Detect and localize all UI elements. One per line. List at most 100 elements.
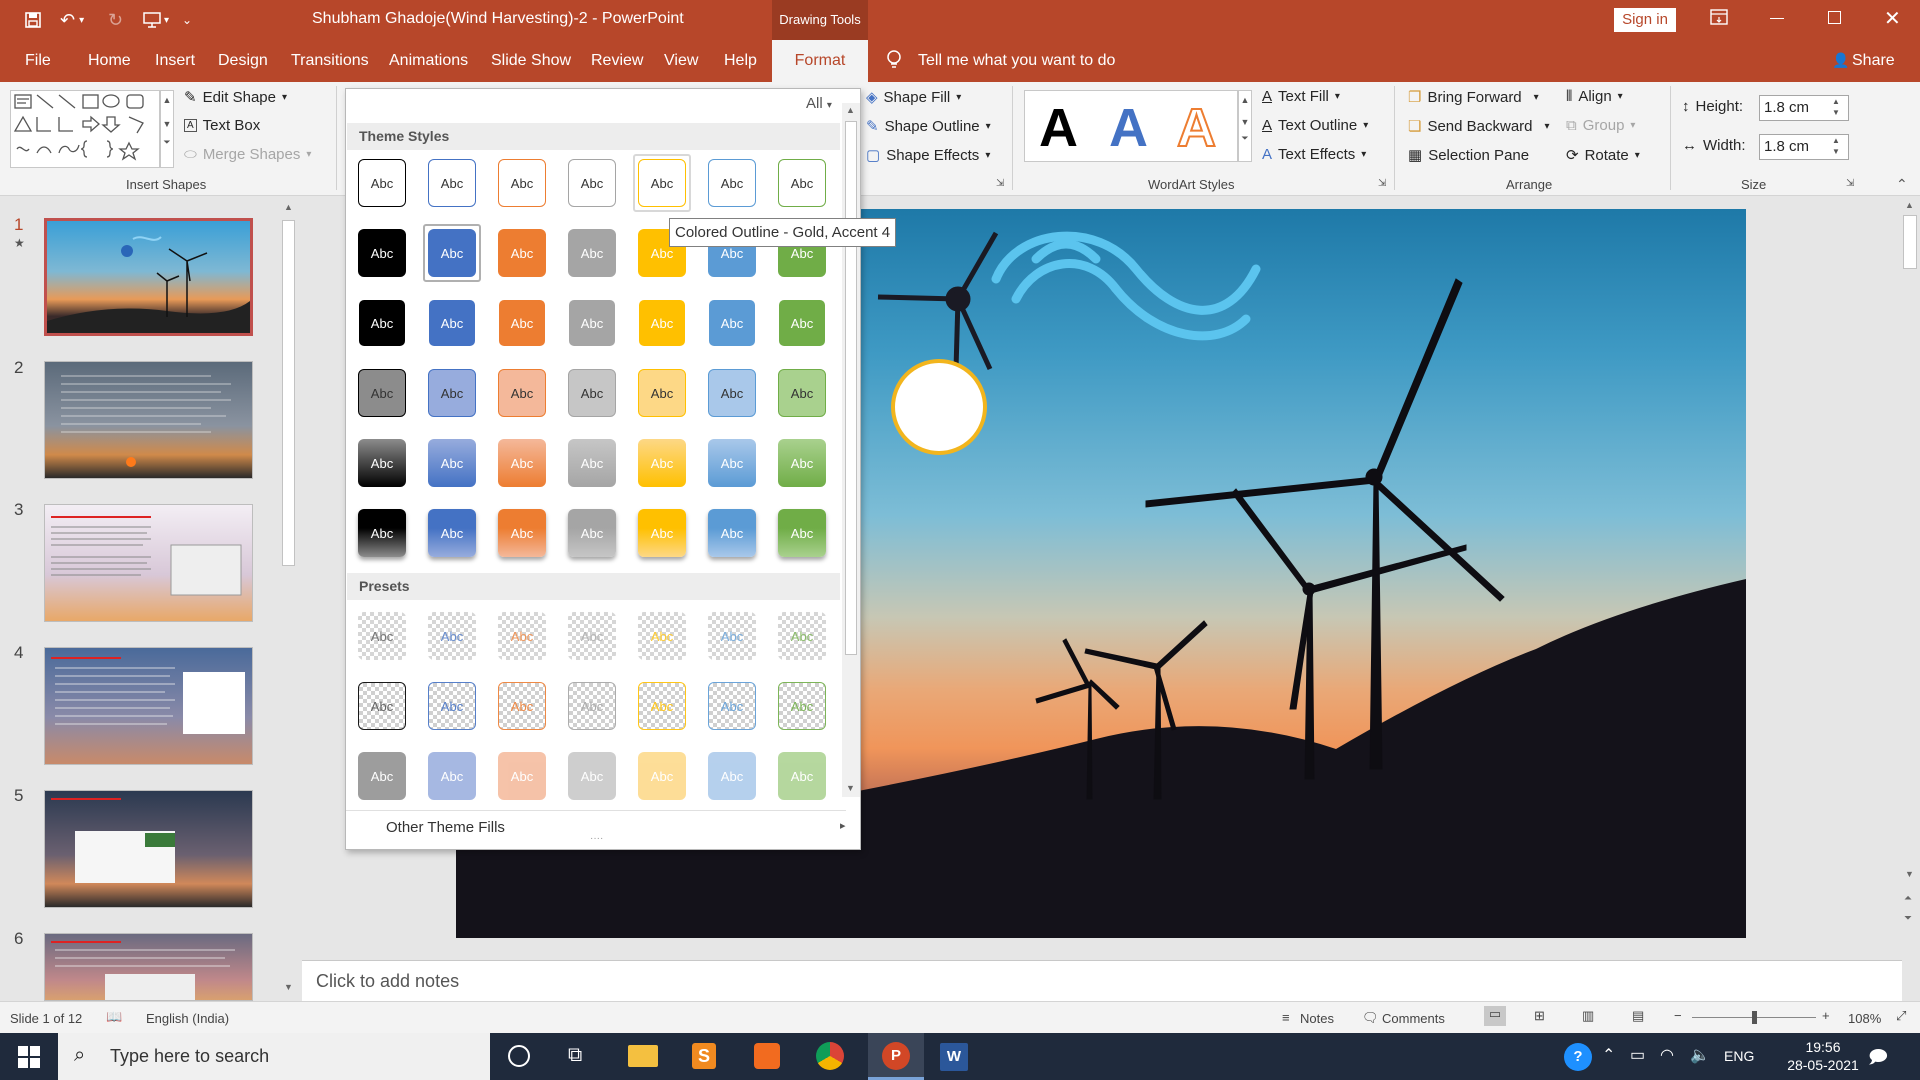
style-colored-outline-0[interactable]: Abc (358, 159, 406, 207)
style-light-outline-fill-5[interactable]: Abc (708, 299, 756, 347)
file-explorer-icon[interactable] (628, 1045, 658, 1067)
minimize-icon[interactable] (1770, 18, 1784, 19)
preset-transparent-6[interactable]: Abc (778, 612, 826, 660)
chrome-icon[interactable] (816, 1042, 844, 1070)
tab-help[interactable]: Help (724, 40, 757, 82)
style-moderate-effect-2[interactable]: Abc (498, 439, 546, 487)
wordart-launcher-icon[interactable]: ⇲ (1378, 178, 1386, 189)
style-colored-outline-4[interactable]: Abc (638, 159, 686, 207)
notifications-icon[interactable]: 🗩 (1868, 1045, 1888, 1075)
group-button[interactable]: ⧉ Group ▾ (1566, 117, 1635, 134)
style-moderate-effect-1[interactable]: Abc (428, 439, 476, 487)
cortana-icon[interactable] (508, 1045, 530, 1067)
collapse-ribbon-icon[interactable]: ⌃ (1896, 176, 1908, 193)
style-colored-fill-3[interactable]: Abc (568, 229, 616, 277)
preset-outline-1[interactable]: Abc (428, 682, 476, 730)
style-moderate-effect-5[interactable]: Abc (708, 439, 756, 487)
preset-transparent-5[interactable]: Abc (708, 612, 756, 660)
preset-transparent-1[interactable]: Abc (428, 612, 476, 660)
tab-home[interactable]: Home (88, 40, 131, 82)
preset-semitransparent-1[interactable]: Abc (428, 752, 476, 800)
previous-slide-icon[interactable]: ⏶ (1904, 893, 1912, 904)
align-button[interactable]: ⫴ Align ▾ (1566, 88, 1623, 105)
style-light-outline-fill-1[interactable]: Abc (428, 299, 476, 347)
style-colored-outline-5[interactable]: Abc (708, 159, 756, 207)
preset-transparent-0[interactable]: Abc (358, 612, 406, 660)
gallery-scrollbar[interactable]: ▲ ▼ (842, 103, 860, 797)
next-slide-icon[interactable]: ⏷ (1904, 913, 1912, 924)
thumbnail-scroll-thumb[interactable] (282, 220, 295, 566)
taskbar-search-box[interactable]: ⌕ Type here to search (58, 1033, 490, 1080)
style-moderate-effect-3[interactable]: Abc (568, 439, 616, 487)
tab-format[interactable]: Format (772, 40, 868, 82)
rotate-button[interactable]: ⟳ Rotate ▾ (1566, 146, 1640, 165)
style-moderate-effect-6[interactable]: Abc (778, 439, 826, 487)
style-subtle-effect-1[interactable]: Abc (428, 369, 476, 417)
style-light-outline-fill-3[interactable]: Abc (568, 299, 616, 347)
slide-scroll-thumb[interactable] (1903, 215, 1917, 269)
wordart-black-sample[interactable]: A (1039, 97, 1078, 159)
preset-semitransparent-6[interactable]: Abc (778, 752, 826, 800)
notes-pane[interactable]: Click to add notes (302, 960, 1902, 1001)
style-colored-outline-3[interactable]: Abc (568, 159, 616, 207)
height-spinner[interactable]: ▲ ▼ (1832, 96, 1840, 118)
preset-semitransparent-2[interactable]: Abc (498, 752, 546, 800)
style-subtle-effect-0[interactable]: Abc (358, 369, 406, 417)
fit-to-window-icon[interactable]: ⤢ (1896, 1008, 1906, 1024)
style-colored-outline-6[interactable]: Abc (778, 159, 826, 207)
style-intense-effect-0[interactable]: Abc (358, 509, 406, 557)
wordart-orange-outline-sample[interactable]: A (1176, 97, 1217, 159)
style-colored-fill-2[interactable]: Abc (498, 229, 546, 277)
language-indicator[interactable]: English (India) (146, 1011, 229, 1026)
style-light-outline-fill-4[interactable]: Abc (638, 299, 686, 347)
sublime-text-icon[interactable]: S (692, 1043, 716, 1069)
preset-outline-5[interactable]: Abc (708, 682, 756, 730)
wifi-icon[interactable]: ◠ (1660, 1045, 1674, 1065)
zoom-in-icon[interactable]: + (1822, 1008, 1830, 1023)
zoom-level[interactable]: 108% (1848, 1011, 1881, 1026)
volume-icon[interactable]: 🔈 (1690, 1045, 1710, 1065)
gallery-scroll-thumb[interactable] (845, 121, 857, 655)
redo-icon[interactable]: ↻ (108, 8, 123, 32)
preset-transparent-4[interactable]: Abc (638, 612, 686, 660)
width-spinner[interactable]: ▲ ▼ (1832, 135, 1840, 157)
style-light-outline-fill-0[interactable]: Abc (358, 299, 406, 347)
slide-thumbnail-4[interactable] (44, 647, 253, 765)
slideshow-icon[interactable]: ▤ (1632, 1008, 1644, 1024)
selection-pane-button[interactable]: ▦ Selection Pane (1408, 146, 1529, 165)
edit-shape-button[interactable]: ✎ Edit Shape ▾ (184, 88, 287, 107)
merge-shapes-button[interactable]: ⬭ Merge Shapes ▾ (184, 146, 311, 163)
preset-outline-0[interactable]: Abc (358, 682, 406, 730)
preset-semitransparent-0[interactable]: Abc (358, 752, 406, 800)
style-intense-effect-5[interactable]: Abc (708, 509, 756, 557)
style-intense-effect-2[interactable]: Abc (498, 509, 546, 557)
present-icon[interactable]: ▾ (142, 8, 169, 32)
customize-qat-icon[interactable]: ⌄ (182, 8, 192, 32)
style-subtle-effect-4[interactable]: Abc (638, 369, 686, 417)
tab-animations[interactable]: Animations (389, 40, 468, 82)
style-subtle-effect-3[interactable]: Abc (568, 369, 616, 417)
tab-file[interactable]: File (25, 40, 51, 82)
normal-view-icon[interactable]: ▭ (1484, 1006, 1506, 1026)
preset-outline-2[interactable]: Abc (498, 682, 546, 730)
slide-thumbnail-6[interactable] (44, 933, 253, 1001)
style-colored-fill-1[interactable]: Abc (428, 229, 476, 277)
shape-outline-button[interactable]: ✎ Shape Outline ▾ (866, 117, 991, 136)
clock-time[interactable]: 19:56 (1788, 1039, 1858, 1055)
slide-sorter-icon[interactable]: ⊞ (1534, 1008, 1545, 1024)
preset-transparent-3[interactable]: Abc (568, 612, 616, 660)
preset-outline-4[interactable]: Abc (638, 682, 686, 730)
battery-icon[interactable]: ▭ (1630, 1045, 1645, 1065)
text-box-button[interactable]: A Text Box (184, 117, 260, 134)
slide-thumbnail-3[interactable] (44, 504, 253, 622)
reading-view-icon[interactable]: ▥ (1582, 1008, 1594, 1024)
show-hidden-icons[interactable]: ⌃ (1602, 1045, 1615, 1065)
shape-styles-launcher-icon[interactable]: ⇲ (996, 178, 1004, 189)
text-outline-button[interactable]: A Text Outline ▾ (1262, 117, 1368, 134)
slide-scrollbar[interactable]: ▲ ▼ ⏶ ⏷ (1900, 197, 1920, 960)
shape-effects-button[interactable]: ▢ Shape Effects ▾ (866, 146, 990, 165)
text-effects-button[interactable]: A Text Effects ▾ (1262, 146, 1366, 163)
style-intense-effect-1[interactable]: Abc (428, 509, 476, 557)
preset-outline-6[interactable]: Abc (778, 682, 826, 730)
style-subtle-effect-5[interactable]: Abc (708, 369, 756, 417)
